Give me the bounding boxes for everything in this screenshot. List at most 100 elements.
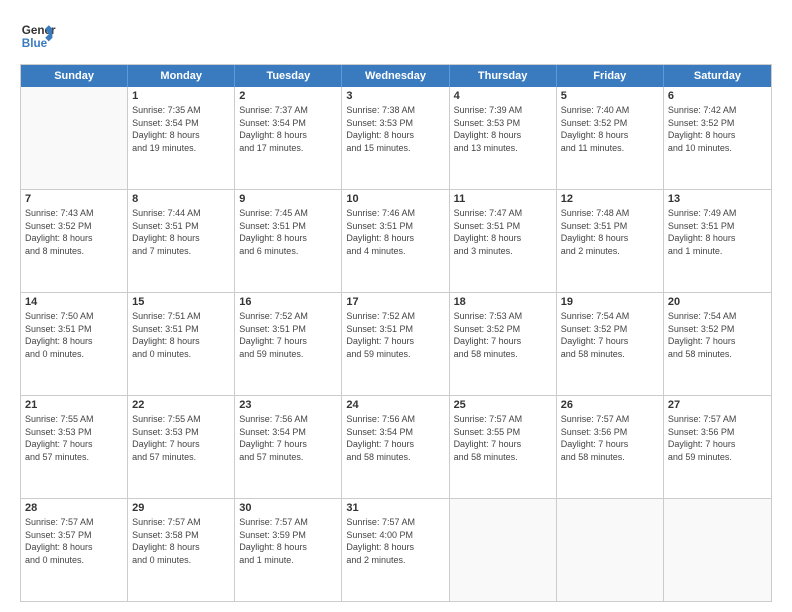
day-number: 7: [25, 193, 123, 205]
calendar-header: SundayMondayTuesdayWednesdayThursdayFrid…: [21, 65, 771, 87]
day-number: 25: [454, 399, 552, 411]
day-number: 13: [668, 193, 767, 205]
day-number: 20: [668, 296, 767, 308]
day-info: Sunrise: 7:35 AM Sunset: 3:54 PM Dayligh…: [132, 104, 230, 154]
day-cell-12: 12 Sunrise: 7:48 AM Sunset: 3:51 PM Dayli…: [557, 190, 664, 292]
day-cell-9: 9 Sunrise: 7:45 AM Sunset: 3:51 PM Daylig…: [235, 190, 342, 292]
day-number: 24: [346, 399, 444, 411]
day-cell-29: 29 Sunrise: 7:57 AM Sunset: 3:58 PM Dayli…: [128, 499, 235, 601]
day-number: 5: [561, 90, 659, 102]
weekday-header-friday: Friday: [557, 65, 664, 87]
logo-icon: General Blue: [20, 18, 56, 54]
header: General Blue: [20, 18, 772, 54]
day-number: 27: [668, 399, 767, 411]
day-cell-10: 10 Sunrise: 7:46 AM Sunset: 3:51 PM Dayli…: [342, 190, 449, 292]
day-info: Sunrise: 7:57 AM Sunset: 3:55 PM Dayligh…: [454, 413, 552, 463]
day-info: Sunrise: 7:42 AM Sunset: 3:52 PM Dayligh…: [668, 104, 767, 154]
day-cell-25: 25 Sunrise: 7:57 AM Sunset: 3:55 PM Dayli…: [450, 396, 557, 498]
day-number: 1: [132, 90, 230, 102]
day-number: 18: [454, 296, 552, 308]
day-info: Sunrise: 7:37 AM Sunset: 3:54 PM Dayligh…: [239, 104, 337, 154]
logo: General Blue: [20, 18, 58, 54]
day-cell-24: 24 Sunrise: 7:56 AM Sunset: 3:54 PM Dayli…: [342, 396, 449, 498]
day-info: Sunrise: 7:50 AM Sunset: 3:51 PM Dayligh…: [25, 310, 123, 360]
weekday-header-tuesday: Tuesday: [235, 65, 342, 87]
day-info: Sunrise: 7:39 AM Sunset: 3:53 PM Dayligh…: [454, 104, 552, 154]
day-info: Sunrise: 7:55 AM Sunset: 3:53 PM Dayligh…: [25, 413, 123, 463]
day-cell-8: 8 Sunrise: 7:44 AM Sunset: 3:51 PM Daylig…: [128, 190, 235, 292]
svg-text:Blue: Blue: [22, 37, 48, 50]
day-info: Sunrise: 7:46 AM Sunset: 3:51 PM Dayligh…: [346, 207, 444, 257]
day-number: 2: [239, 90, 337, 102]
day-number: 29: [132, 502, 230, 514]
day-info: Sunrise: 7:57 AM Sunset: 3:57 PM Dayligh…: [25, 516, 123, 566]
day-cell-30: 30 Sunrise: 7:57 AM Sunset: 3:59 PM Dayli…: [235, 499, 342, 601]
calendar-row-4: 21Sunrise: 7:55 AM Sunset: 3:53 PM Dayli…: [21, 395, 771, 498]
day-cell-17: 17Sunrise: 7:52 AM Sunset: 3:51 PM Dayli…: [342, 293, 449, 395]
day-number: 31: [346, 502, 444, 514]
day-info: Sunrise: 7:49 AM Sunset: 3:51 PM Dayligh…: [668, 207, 767, 257]
day-info: Sunrise: 7:54 AM Sunset: 3:52 PM Dayligh…: [668, 310, 767, 360]
day-cell-3: 3Sunrise: 7:38 AM Sunset: 3:53 PM Daylig…: [342, 87, 449, 189]
day-cell-5: 5 Sunrise: 7:40 AM Sunset: 3:52 PM Daylig…: [557, 87, 664, 189]
day-number: 15: [132, 296, 230, 308]
day-number: 22: [132, 399, 230, 411]
day-info: Sunrise: 7:52 AM Sunset: 3:51 PM Dayligh…: [239, 310, 337, 360]
page: General Blue SundayMondayTuesdayWednesda…: [0, 0, 792, 612]
day-info: Sunrise: 7:51 AM Sunset: 3:51 PM Dayligh…: [132, 310, 230, 360]
day-cell-19: 19 Sunrise: 7:54 AM Sunset: 3:52 PM Dayli…: [557, 293, 664, 395]
day-cell-20: 20 Sunrise: 7:54 AM Sunset: 3:52 PM Dayli…: [664, 293, 771, 395]
calendar-row-1: 1 Sunrise: 7:35 AM Sunset: 3:54 PM Daylig…: [21, 87, 771, 189]
weekday-header-saturday: Saturday: [664, 65, 771, 87]
day-cell-28: 28 Sunrise: 7:57 AM Sunset: 3:57 PM Dayli…: [21, 499, 128, 601]
day-info: Sunrise: 7:57 AM Sunset: 3:58 PM Dayligh…: [132, 516, 230, 566]
day-number: 12: [561, 193, 659, 205]
day-info: Sunrise: 7:52 AM Sunset: 3:51 PM Dayligh…: [346, 310, 444, 360]
day-info: Sunrise: 7:57 AM Sunset: 3:59 PM Dayligh…: [239, 516, 337, 566]
day-cell-6: 6 Sunrise: 7:42 AM Sunset: 3:52 PM Daylig…: [664, 87, 771, 189]
day-number: 16: [239, 296, 337, 308]
day-info: Sunrise: 7:48 AM Sunset: 3:51 PM Dayligh…: [561, 207, 659, 257]
day-number: 26: [561, 399, 659, 411]
calendar: SundayMondayTuesdayWednesdayThursdayFrid…: [20, 64, 772, 602]
weekday-header-monday: Monday: [128, 65, 235, 87]
day-cell-16: 16 Sunrise: 7:52 AM Sunset: 3:51 PM Dayli…: [235, 293, 342, 395]
day-info: Sunrise: 7:54 AM Sunset: 3:52 PM Dayligh…: [561, 310, 659, 360]
day-cell-15: 15 Sunrise: 7:51 AM Sunset: 3:51 PM Dayli…: [128, 293, 235, 395]
day-number: 28: [25, 502, 123, 514]
day-info: Sunrise: 7:55 AM Sunset: 3:53 PM Dayligh…: [132, 413, 230, 463]
day-info: Sunrise: 7:57 AM Sunset: 3:56 PM Dayligh…: [668, 413, 767, 463]
calendar-row-5: 28 Sunrise: 7:57 AM Sunset: 3:57 PM Dayli…: [21, 498, 771, 601]
day-cell-23: 23Sunrise: 7:56 AM Sunset: 3:54 PM Dayli…: [235, 396, 342, 498]
day-number: 30: [239, 502, 337, 514]
empty-cell: [664, 499, 771, 601]
day-number: 3: [346, 90, 444, 102]
day-cell-27: 27 Sunrise: 7:57 AM Sunset: 3:56 PM Dayli…: [664, 396, 771, 498]
day-number: 8: [132, 193, 230, 205]
weekday-header-sunday: Sunday: [21, 65, 128, 87]
calendar-body: 1 Sunrise: 7:35 AM Sunset: 3:54 PM Daylig…: [21, 87, 771, 601]
day-number: 11: [454, 193, 552, 205]
day-number: 14: [25, 296, 123, 308]
empty-cell: [557, 499, 664, 601]
calendar-row-2: 7 Sunrise: 7:43 AM Sunset: 3:52 PM Daylig…: [21, 189, 771, 292]
weekday-header-thursday: Thursday: [450, 65, 557, 87]
weekday-header-wednesday: Wednesday: [342, 65, 449, 87]
day-number: 4: [454, 90, 552, 102]
day-info: Sunrise: 7:43 AM Sunset: 3:52 PM Dayligh…: [25, 207, 123, 257]
day-info: Sunrise: 7:57 AM Sunset: 3:56 PM Dayligh…: [561, 413, 659, 463]
day-number: 23: [239, 399, 337, 411]
day-info: Sunrise: 7:45 AM Sunset: 3:51 PM Dayligh…: [239, 207, 337, 257]
day-number: 19: [561, 296, 659, 308]
day-number: 6: [668, 90, 767, 102]
day-info: Sunrise: 7:56 AM Sunset: 3:54 PM Dayligh…: [346, 413, 444, 463]
day-cell-4: 4 Sunrise: 7:39 AM Sunset: 3:53 PM Daylig…: [450, 87, 557, 189]
day-cell-22: 22 Sunrise: 7:55 AM Sunset: 3:53 PM Dayli…: [128, 396, 235, 498]
day-info: Sunrise: 7:44 AM Sunset: 3:51 PM Dayligh…: [132, 207, 230, 257]
day-cell-7: 7 Sunrise: 7:43 AM Sunset: 3:52 PM Daylig…: [21, 190, 128, 292]
empty-cell: [21, 87, 128, 189]
day-info: Sunrise: 7:40 AM Sunset: 3:52 PM Dayligh…: [561, 104, 659, 154]
day-cell-2: 2 Sunrise: 7:37 AM Sunset: 3:54 PM Daylig…: [235, 87, 342, 189]
day-number: 10: [346, 193, 444, 205]
day-number: 9: [239, 193, 337, 205]
